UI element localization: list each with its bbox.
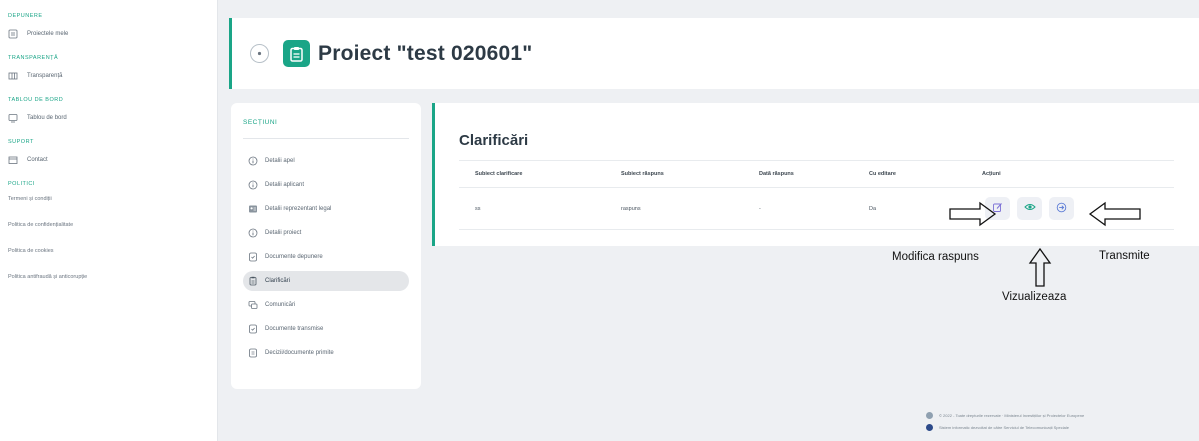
- sts-logo-icon: [926, 423, 933, 431]
- arrow-right-annotation: [949, 201, 997, 227]
- arrow-up-annotation: [1028, 247, 1052, 287]
- annotation-transmite: Transmite: [1099, 250, 1150, 262]
- annotation-overlay: [949, 201, 1141, 287]
- footer: © 2022 - Toate drepturile rezervate · Mi…: [926, 410, 1181, 434]
- annotation-modifica-raspuns: Modifica raspuns: [892, 251, 979, 263]
- footer-sts-text: Sistem informatic dezvoltat de către Ser…: [939, 424, 1069, 430]
- ministry-logo-icon: [926, 411, 933, 419]
- footer-copyright-text: © 2022 - Toate drepturile rezervate · Mi…: [939, 412, 1085, 418]
- annotation-vizualizeaza: Vizualizeaza: [1002, 291, 1067, 303]
- arrow-left-annotation: [1088, 201, 1141, 227]
- footer-line-sts: Sistem informatic dezvoltat de către Ser…: [926, 422, 1181, 432]
- footer-line-copyright: © 2022 - Toate drepturile rezervate · Mi…: [926, 410, 1181, 420]
